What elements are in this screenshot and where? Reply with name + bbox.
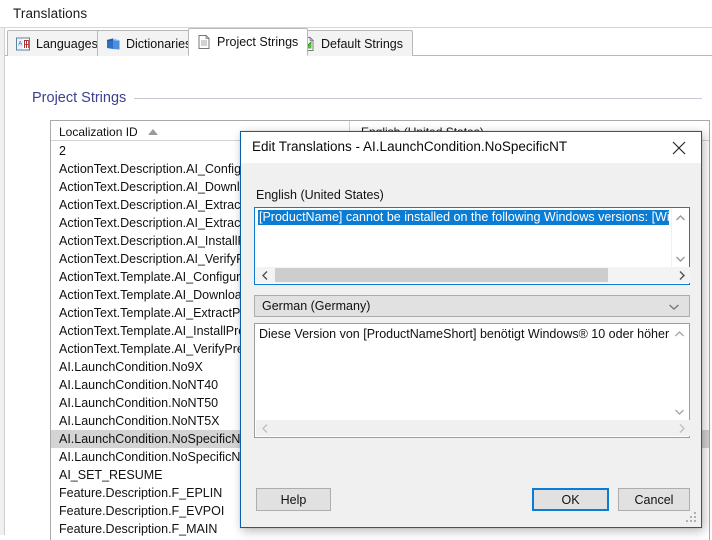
scroll-up-icon[interactable]	[672, 209, 689, 226]
tab-dictionaries[interactable]: Dictionaries	[97, 30, 202, 56]
grid-cell-localization-id: ActionText.Template.AI_ConfigureCha	[59, 270, 271, 284]
grid-cell-localization-id: ActionText.Template.AI_InstallPrereq	[59, 324, 264, 338]
languages-icon: A	[15, 36, 31, 52]
grid-cell-localization-id: AI.LaunchCondition.NoSpecificNT64	[59, 450, 262, 464]
help-button[interactable]: Help	[256, 488, 331, 511]
english-text-field[interactable]: [ProductName] cannot be installed on the…	[254, 207, 690, 285]
dialog-close-button[interactable]	[657, 132, 701, 163]
german-text-content[interactable]: Diese Version von [ProductNameShort] ben…	[255, 324, 669, 420]
window-titlebar: Translations	[0, 0, 712, 28]
grid-cell-localization-id: ActionText.Description.AI_DownloadP	[59, 180, 269, 194]
grid-cell-localization-id: AI.LaunchCondition.NoSpecificNT	[59, 432, 248, 446]
german-text-field[interactable]: Diese Version von [ProductNameShort] ben…	[254, 323, 690, 438]
resize-grip-icon[interactable]	[686, 512, 698, 524]
tab-default-strings[interactable]: Default Strings	[292, 30, 413, 56]
english-vertical-scrollbar[interactable]	[671, 209, 688, 267]
grid-cell-localization-id: AI.LaunchCondition.No9X	[59, 360, 203, 374]
grid-cell-localization-id: Feature.Description.F_MAIN	[59, 522, 218, 536]
tab-strip: A Languages Dictionaries Project Strings…	[5, 28, 712, 56]
grid-cell-localization-id: ActionText.Description.AI_ConfigureC	[59, 162, 269, 176]
column-header-label: Localization ID	[59, 125, 138, 139]
grid-cell-localization-id: AI.LaunchCondition.NoNT50	[59, 396, 219, 410]
document-page-icon	[196, 34, 212, 50]
tab-project-strings[interactable]: Project Strings	[188, 28, 309, 56]
scroll-right-icon[interactable]	[673, 420, 690, 436]
tab-languages[interactable]: A Languages	[7, 30, 108, 56]
grid-cell-localization-id: AI.LaunchCondition.NoNT40	[59, 378, 219, 392]
german-vertical-scrollbar[interactable]	[671, 325, 688, 420]
dialog-body: English (United States) [ProductName] ca…	[241, 163, 701, 527]
tab-label: Default Strings	[321, 36, 403, 51]
english-horizontal-scrollbar[interactable]	[256, 267, 690, 283]
grid-cell-localization-id: ActionText.Description.AI_ExtractPrer	[59, 216, 268, 230]
window-left-frame-edge	[0, 0, 5, 535]
section-divider-rule	[134, 97, 702, 99]
grid-cell-localization-id: Feature.Description.F_EVPOI	[59, 504, 225, 518]
grid-cell-localization-id: ActionText.Template.AI_VerifyPrereq	[59, 342, 262, 356]
close-x-icon	[672, 141, 686, 155]
target-language-value: German (Germany)	[262, 299, 371, 313]
grid-cell-localization-id: AI_SET_RESUME	[59, 468, 163, 482]
grid-cell-localization-id: ActionText.Description.AI_ExtractLzm	[59, 198, 268, 212]
edit-translations-dialog: Edit Translations - AI.LaunchCondition.N…	[240, 131, 702, 528]
english-field-label: English (United States)	[256, 188, 384, 202]
svg-text:A: A	[18, 41, 22, 47]
scroll-left-icon[interactable]	[256, 420, 273, 436]
sort-ascending-icon	[147, 128, 158, 135]
chevron-down-icon	[667, 300, 681, 314]
ok-button[interactable]: OK	[532, 488, 609, 511]
grid-cell-localization-id: AI.LaunchCondition.NoNT5X	[59, 414, 220, 428]
cancel-button[interactable]: Cancel	[618, 488, 690, 511]
german-text-value: Diese Version von [ProductNameShort] ben…	[259, 327, 669, 341]
scrollbar-thumb[interactable]	[275, 268, 608, 282]
grid-cell-localization-id: ActionText.Template.AI_DownloadPre	[59, 288, 269, 302]
grid-cell-localization-id: ActionText.Template.AI_ExtractPrere	[59, 306, 263, 320]
scroll-down-icon[interactable]	[672, 250, 689, 267]
scroll-left-icon[interactable]	[256, 267, 273, 283]
grid-cell-localization-id: ActionText.Description.AI_InstallPrere	[59, 234, 269, 248]
grid-cell-localization-id: ActionText.Description.AI_VerifyPrere	[59, 252, 267, 266]
dialog-title: Edit Translations - AI.LaunchCondition.N…	[252, 139, 568, 154]
section-header: Project Strings	[32, 88, 702, 108]
english-text-content[interactable]: [ProductName] cannot be installed on the…	[255, 208, 669, 268]
tab-label: Dictionaries	[126, 36, 192, 51]
tab-label: Languages	[36, 36, 98, 51]
target-language-select[interactable]: German (Germany)	[254, 295, 690, 317]
scroll-right-icon[interactable]	[673, 267, 690, 283]
dictionary-book-icon	[105, 36, 121, 52]
tab-label: Project Strings	[217, 35, 299, 49]
window-title: Translations	[13, 6, 88, 21]
column-header-localization-id[interactable]: Localization ID	[59, 123, 158, 141]
grid-cell-localization-id: Feature.Description.F_EPLIN	[59, 486, 223, 500]
dialog-titlebar[interactable]: Edit Translations - AI.LaunchCondition.N…	[241, 132, 701, 163]
german-horizontal-scrollbar[interactable]	[256, 420, 690, 436]
english-text-value: [ProductName] cannot be installed on the…	[258, 210, 669, 225]
grid-cell-localization-id: 2	[59, 144, 66, 158]
scroll-up-icon[interactable]	[671, 325, 688, 342]
scroll-down-icon[interactable]	[671, 403, 688, 420]
section-title: Project Strings	[32, 90, 127, 106]
